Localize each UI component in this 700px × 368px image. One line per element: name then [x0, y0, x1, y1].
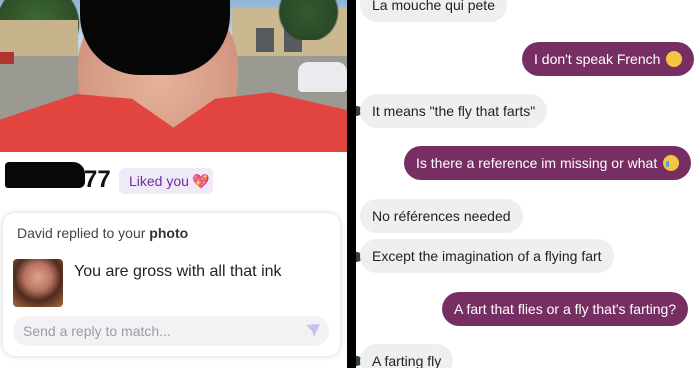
profile-name-bar: 77 Liked you 💖 — [0, 152, 347, 210]
reply-card-header: David replied to your photo — [17, 225, 188, 241]
reply-card: David replied to your photo You are gros… — [3, 213, 340, 356]
profile-photo[interactable] — [0, 0, 347, 152]
message-text: No références needed — [372, 208, 511, 224]
reply-card-header-object: photo — [149, 225, 189, 241]
liked-you-label: Liked you — [129, 173, 189, 189]
liked-you-badge: Liked you 💖 — [119, 168, 213, 194]
message-bubble-outgoing[interactable]: I don't speak French — [522, 42, 695, 76]
car — [0, 52, 14, 64]
reply-card-header-text: replied to your — [56, 225, 146, 241]
divider — [347, 0, 356, 368]
message-text: A fart that flies or a fly that's fartin… — [454, 301, 677, 317]
sparkling-heart-icon: 💖 — [191, 173, 210, 189]
replier-name: David — [17, 225, 53, 241]
message-bubble-outgoing[interactable]: Is there a reference im missing or what — [404, 146, 692, 180]
reply-input[interactable]: Send a reply to match... — [13, 316, 329, 346]
message-text: It means "the fly that farts" — [372, 103, 536, 119]
message-bubble-incoming[interactable]: It means "the fly that farts" — [360, 94, 548, 128]
send-icon[interactable] — [305, 322, 321, 338]
message-text: Except the imagination of a flying fart — [372, 248, 602, 264]
crying-face-icon — [666, 51, 683, 68]
message-text: Is there a reference im missing or what — [416, 155, 658, 171]
car — [298, 62, 347, 92]
message-bubble-incoming[interactable]: La mouche qui pete — [360, 0, 507, 22]
message-text: La mouche qui pete — [372, 0, 495, 13]
reply-message: You are gross with all that ink — [74, 263, 282, 280]
screenshot-collage: 77 Liked you 💖 David replied to your pho… — [0, 0, 700, 368]
building — [0, 20, 78, 56]
loudly-crying-face-icon — [663, 155, 680, 172]
reply-input-placeholder: Send a reply to match... — [23, 323, 171, 339]
profile-panel: 77 Liked you 💖 David replied to your pho… — [0, 0, 347, 368]
message-bubble-outgoing[interactable]: A fart that flies or a fly that's fartin… — [442, 292, 689, 326]
message-bubble-incoming[interactable]: A farting fly — [360, 344, 454, 368]
message-text: A farting fly — [372, 353, 442, 368]
avatar[interactable] — [13, 259, 63, 307]
message-bubble-incoming[interactable]: Except the imagination of a flying fart — [360, 239, 614, 273]
tree — [270, 0, 347, 40]
profile-age: 77 — [84, 166, 111, 193]
message-text: I don't speak French — [534, 51, 661, 67]
chat-panel: La mouche qui pete I don't speak French … — [356, 0, 700, 368]
redacted-name — [5, 162, 85, 188]
message-bubble-incoming[interactable]: No références needed — [360, 199, 523, 233]
